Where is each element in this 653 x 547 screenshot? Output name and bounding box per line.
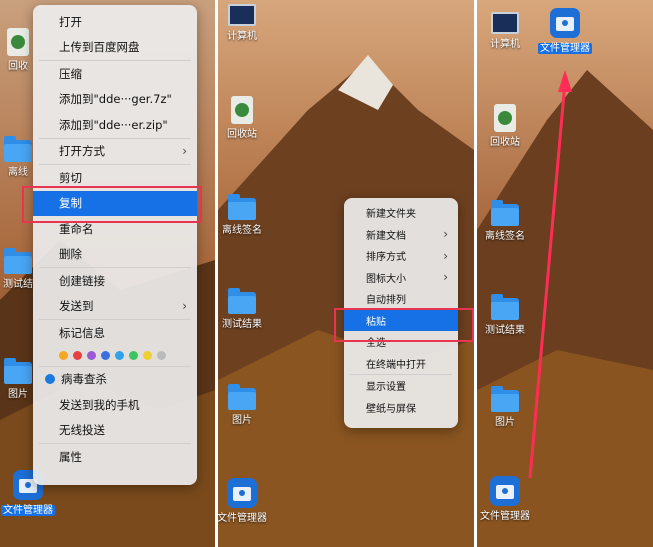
tag-color-dot[interactable] xyxy=(129,351,138,360)
computer-icon xyxy=(228,4,256,26)
menu-item-virus-scan[interactable]: 病毒查杀 xyxy=(33,367,197,393)
tag-color-dot[interactable] xyxy=(143,351,152,360)
menu-item-add-zip[interactable]: 添加到"dde···er.zip" xyxy=(33,112,197,138)
menu-item-auto-arrange[interactable]: 自动排列 xyxy=(344,288,458,310)
wallpaper xyxy=(477,0,653,547)
tag-color-dot[interactable] xyxy=(73,351,82,360)
tag-color-dot[interactable] xyxy=(115,351,124,360)
desktop-icon-pictures[interactable]: 图片 xyxy=(218,384,274,427)
chevron-right-icon: › xyxy=(182,299,187,314)
menu-item-upload-baidu[interactable]: 上传到百度网盘 xyxy=(33,35,197,61)
trash-icon xyxy=(231,96,253,124)
folder-icon xyxy=(491,294,519,320)
file-manager-icon xyxy=(490,476,520,506)
highlight-box-copy xyxy=(22,186,202,223)
highlight-box-paste xyxy=(334,308,474,342)
trash-icon xyxy=(494,104,516,132)
desktop-icon-test-results[interactable]: 测试结果 xyxy=(218,288,274,331)
folder-icon xyxy=(228,194,256,220)
menu-item-open[interactable]: 打开 xyxy=(33,9,197,35)
menu-item-open-terminal[interactable]: 在终端中打开 xyxy=(344,353,458,375)
folder-icon xyxy=(491,386,519,412)
tag-color-picker xyxy=(33,346,197,366)
chevron-right-icon: › xyxy=(443,227,448,242)
menu-item-send-to-phone[interactable]: 发送到我的手机 xyxy=(33,392,197,418)
chevron-right-icon: › xyxy=(182,144,187,159)
desktop-icon-pictures[interactable]: 图片 xyxy=(477,386,537,429)
folder-icon xyxy=(228,384,256,410)
menu-item-open-with[interactable]: 打开方式 › xyxy=(33,139,197,165)
shield-icon xyxy=(45,374,55,385)
panel-copy: 回收 离线 测试结 图片 文件管理器 打开 上传到百度网盘 压缩 添加到"dde… xyxy=(0,0,215,547)
desktop-icon-file-manager[interactable]: 文件管理器 xyxy=(218,478,274,525)
file-manager-icon xyxy=(550,8,580,38)
menu-item-add-7z[interactable]: 添加到"dde···ger.7z" xyxy=(33,87,197,113)
desktop-icon-computer[interactable]: 计算机 xyxy=(218,4,274,43)
folder-icon xyxy=(228,288,256,314)
folder-icon xyxy=(4,358,32,384)
desktop-icon-file-manager-moved[interactable]: 文件管理器 xyxy=(535,8,595,55)
tag-color-dot[interactable] xyxy=(101,351,110,360)
desktop-icon-file-manager[interactable]: 文件管理器 xyxy=(477,476,537,523)
folder-icon xyxy=(4,136,32,162)
menu-item-new-folder[interactable]: 新建文件夹 xyxy=(344,202,458,224)
chevron-right-icon: › xyxy=(443,270,448,285)
desktop-icon-computer[interactable]: 计算机 xyxy=(477,12,537,51)
folder-icon xyxy=(491,200,519,226)
desktop-icon-offline-sign[interactable]: 离线签名 xyxy=(218,194,274,237)
tag-color-dot[interactable] xyxy=(157,351,166,360)
menu-item-tag-info[interactable]: 标记信息 xyxy=(33,320,197,346)
tag-color-dot[interactable] xyxy=(87,351,96,360)
menu-item-sort-by[interactable]: 排序方式 › xyxy=(344,245,458,267)
panel-paste: 计算机 回收站 离线签名 测试结果 图片 文件管理器 新建文件夹 新建文档 › 排… xyxy=(218,0,474,547)
desktop-icon-trash[interactable]: 回收站 xyxy=(218,96,274,141)
menu-item-compress[interactable]: 压缩 xyxy=(33,61,197,87)
menu-item-create-link[interactable]: 创建链接 xyxy=(33,268,197,294)
menu-item-wallpaper[interactable]: 壁纸与屏保 xyxy=(344,397,458,419)
chevron-right-icon: › xyxy=(443,248,448,263)
file-context-menu: 打开 上传到百度网盘 压缩 添加到"dde···ger.7z" 添加到"dde·… xyxy=(33,5,197,485)
desktop-icon-offline-sign[interactable]: 离线签名 xyxy=(477,200,537,243)
file-manager-icon xyxy=(227,478,257,508)
menu-item-send-to[interactable]: 发送到 › xyxy=(33,294,197,320)
folder-icon xyxy=(4,248,32,274)
desktop-icon-test-results[interactable]: 测试结果 xyxy=(477,294,537,337)
tag-color-dot[interactable] xyxy=(59,351,68,360)
panel-result: 计算机 文件管理器 回收站 离线签名 测试结果 图片 文件管理器 xyxy=(477,0,653,547)
menu-item-delete[interactable]: 删除 xyxy=(33,242,197,268)
menu-item-properties[interactable]: 属性 xyxy=(33,444,197,470)
menu-item-icon-size[interactable]: 图标大小 › xyxy=(344,267,458,289)
desktop-icon-trash[interactable]: 回收站 xyxy=(477,104,537,149)
computer-icon xyxy=(491,12,519,34)
menu-item-display-settings[interactable]: 显示设置 xyxy=(344,375,458,397)
menu-item-new-document[interactable]: 新建文档 › xyxy=(344,224,458,246)
menu-item-wireless-send[interactable]: 无线投送 xyxy=(33,418,197,444)
trash-icon xyxy=(7,28,29,56)
